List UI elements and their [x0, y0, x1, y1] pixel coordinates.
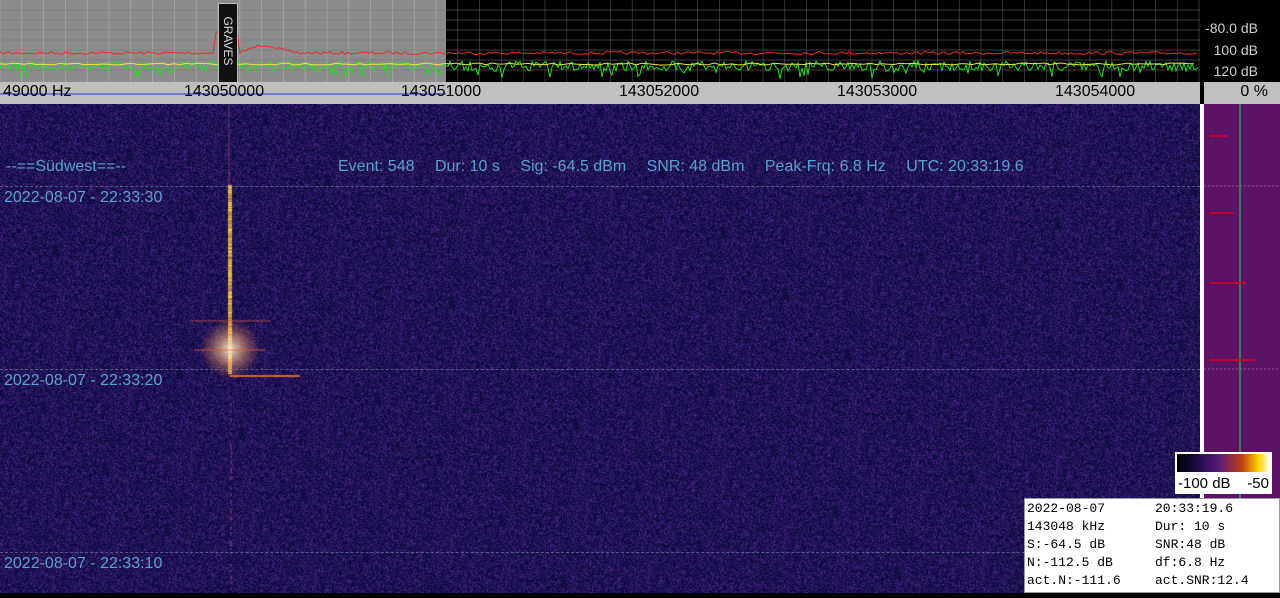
freq-label-1: 143050000	[184, 83, 265, 100]
time-gridline	[0, 369, 1200, 370]
event-signal: Sig: -64.5 dBm	[520, 158, 627, 175]
station-label: --==Südwest==--	[6, 158, 127, 175]
stats-actual-noise: act.N:-111.6	[1027, 573, 1121, 588]
event-info: Event: 548 Dur: 10 s Sig: -64.5 dBm SNR:…	[338, 158, 1040, 176]
event-snr: SNR: 48 dBm	[646, 158, 745, 175]
freq-label-2: 143051000	[401, 83, 482, 100]
stats-snr: SNR:48 dB	[1155, 537, 1226, 552]
marker-label: GRAVES	[221, 16, 235, 66]
stats-date: 2022-08-07	[1027, 501, 1106, 516]
freq-label-4: 143053000	[837, 83, 918, 100]
event-peak-frequency: Peak-Frq: 6.8 Hz	[764, 158, 886, 175]
event-utc: UTC: 20:33:19.6	[906, 158, 1024, 175]
stats-duration: Dur: 10 s	[1155, 519, 1226, 534]
percent-indicator: 0 %	[1204, 82, 1280, 104]
event-duration: Dur: 10 s	[434, 158, 500, 175]
stats-time: 20:33:19.6	[1155, 501, 1234, 516]
frequency-marker[interactable]: GRAVES	[218, 3, 238, 82]
frequency-axis[interactable]: 49000 Hz 143050000 143051000 143052000 1…	[0, 82, 1200, 104]
stats-panel: 2022-08-07 20:33:19.6 143048 kHz Dur: 10…	[1024, 498, 1280, 593]
freq-label-5: 143054000	[1055, 83, 1136, 100]
waterfall-display[interactable]: --==Südwest==-- Event: 548 Dur: 10 s Sig…	[0, 104, 1200, 593]
spectrum-display[interactable]: GRAVES	[0, 0, 1200, 82]
timestamp-label: 2022-08-07 - 22:33:20	[4, 372, 163, 389]
time-gridline	[0, 552, 1200, 553]
timestamp-label: 2022-08-07 - 22:33:30	[4, 189, 163, 206]
frequency-ticks	[0, 93, 446, 95]
event-number: Event: 548	[338, 158, 415, 175]
timestamp-label: 2022-08-07 - 22:33:10	[4, 555, 163, 572]
stats-signal: S:-64.5 dB	[1027, 537, 1106, 552]
db-label-bottom: 120 dB	[1213, 63, 1258, 79]
freq-label-0: 49000 Hz	[3, 83, 72, 100]
stats-frequency: 143048 kHz	[1027, 519, 1106, 534]
db-label-top: -80.0 dB	[1205, 20, 1258, 36]
color-scale-min: -100 dB	[1178, 475, 1231, 492]
color-scale: -100 dB -50	[1175, 452, 1272, 494]
color-scale-max: -50	[1247, 475, 1269, 492]
time-gridline	[0, 186, 1200, 187]
percent-label: 0 %	[1240, 83, 1268, 100]
stats-noise: N:-112.5 dB	[1027, 555, 1113, 570]
freq-label-3: 143052000	[619, 83, 700, 100]
spectrum-plot	[0, 0, 1200, 82]
stats-df: df:6.8 Hz	[1155, 555, 1226, 570]
color-gradient	[1177, 454, 1270, 472]
waterfall-image	[0, 104, 1200, 593]
stats-actual-snr: act.SNR:12.4	[1155, 573, 1249, 588]
db-label-middle: 100 dB	[1213, 42, 1258, 58]
db-scale: -80.0 dB 100 dB 120 dB	[1200, 0, 1280, 82]
